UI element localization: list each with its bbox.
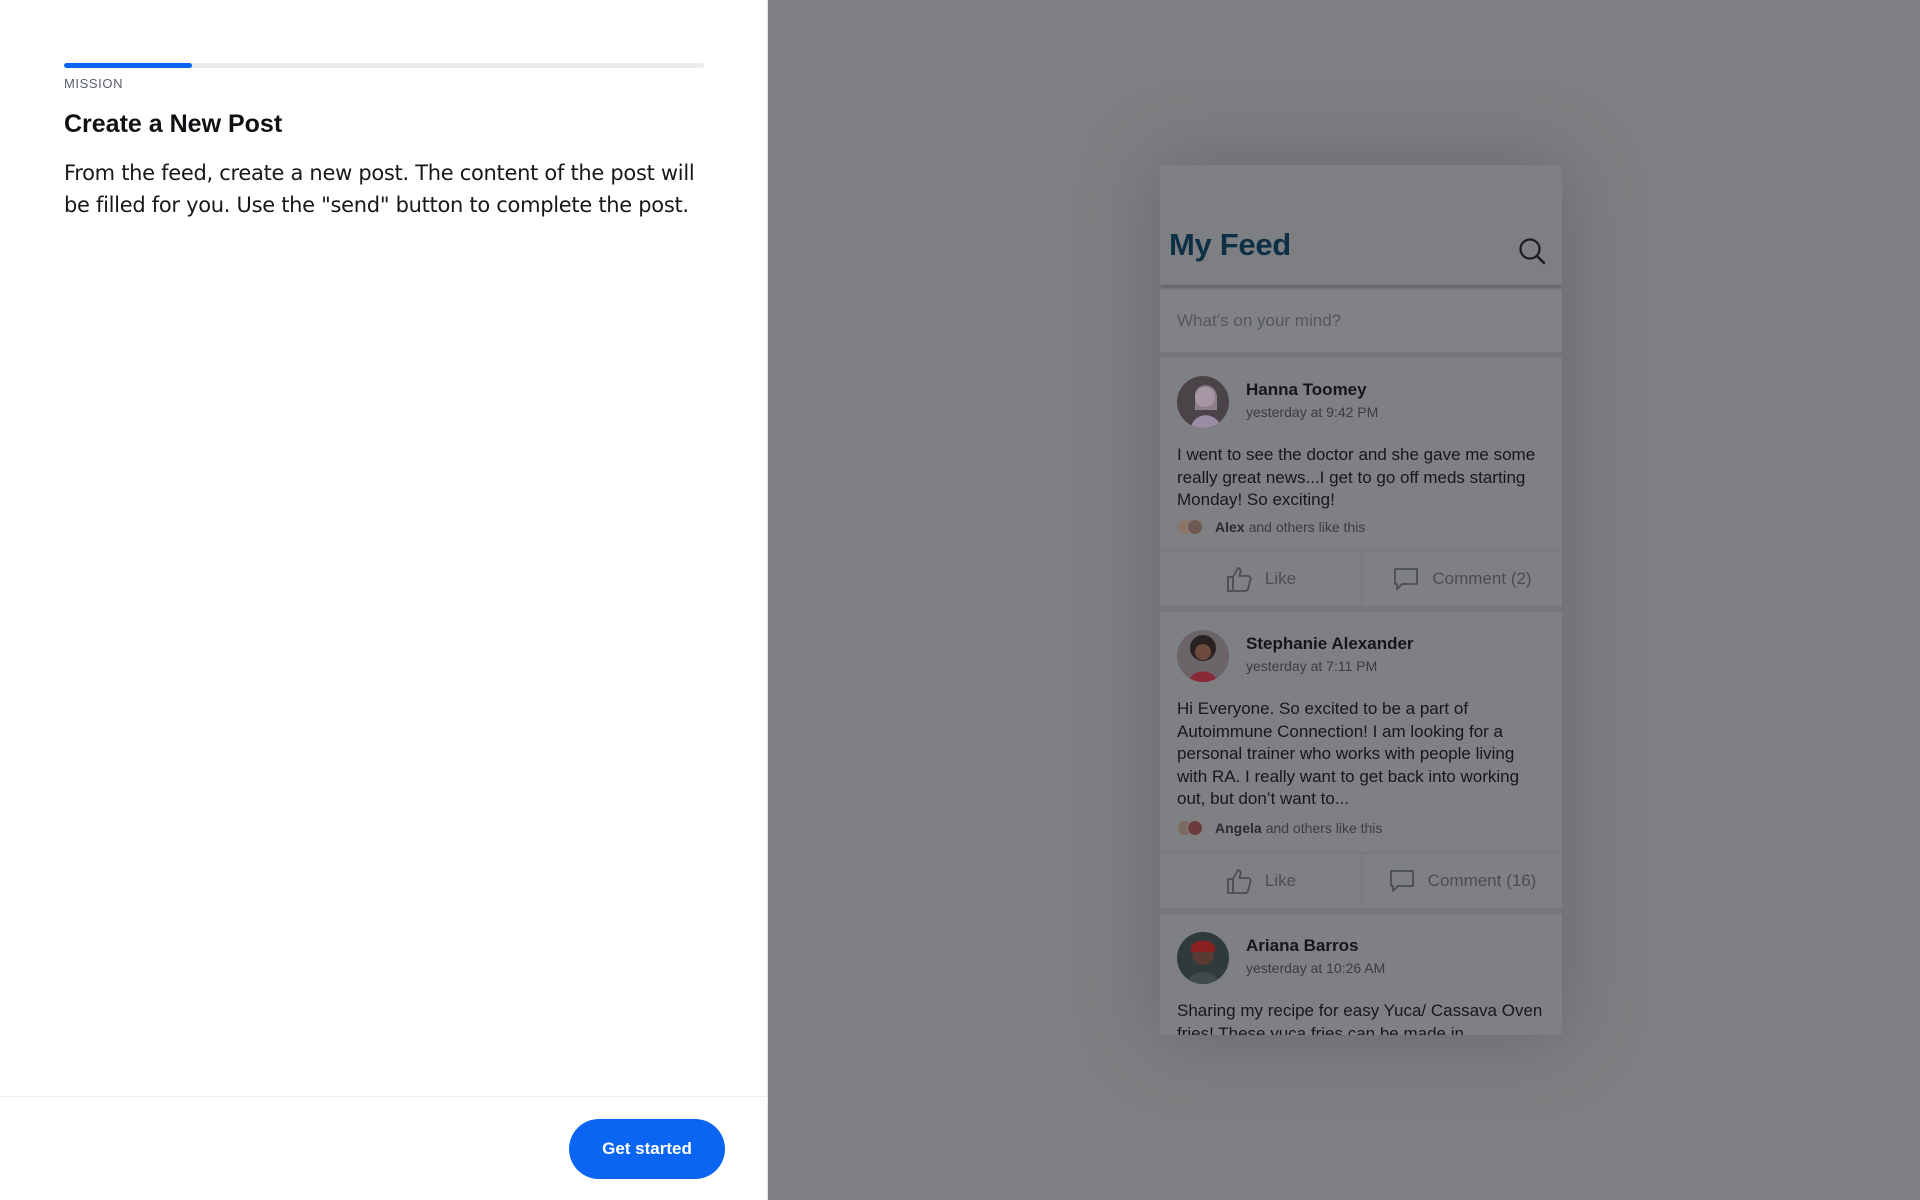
likes-suffix: and others like this (1265, 820, 1383, 836)
post-actions: Like Comment (2) (1160, 550, 1562, 607)
mission-progress-fill (64, 63, 192, 68)
comment-label: Comment (16) (1427, 871, 1537, 890)
mission-panel: MISSION Create a New Post From the feed,… (0, 0, 768, 1200)
post-author[interactable]: Ariana Barros (1246, 936, 1358, 956)
phone-screen: My Feed Hanna Toomey yesterday at 9:42 P (1160, 165, 1562, 1035)
mission-footer: Get started (0, 1096, 768, 1200)
post-timestamp: yesterday at 10:26 AM (1246, 960, 1386, 976)
liker-avatars (1177, 820, 1207, 836)
post-composer[interactable] (1160, 290, 1562, 352)
avatar[interactable] (1177, 932, 1229, 984)
feed-post: Hanna Toomey yesterday at 9:42 PM I went… (1160, 358, 1562, 607)
likes-summary[interactable]: Angela and others like this (1177, 817, 1382, 839)
feed-header: My Feed (1160, 165, 1562, 285)
feed-post: Stephanie Alexander yesterday at 7:11 PM… (1160, 612, 1562, 909)
post-timestamp: yesterday at 9:42 PM (1246, 404, 1379, 420)
page-title: My Feed (1169, 227, 1291, 262)
post-actions: Like Comment (16) (1160, 852, 1562, 909)
search-icon[interactable] (1517, 236, 1547, 266)
likes-suffix: and others like this (1248, 519, 1366, 535)
like-button[interactable]: Like (1160, 551, 1361, 607)
avatar[interactable] (1177, 630, 1229, 682)
avatar[interactable] (1177, 376, 1229, 428)
thumbs-up-icon (1227, 869, 1252, 894)
comment-button[interactable]: Comment (2) (1361, 551, 1562, 607)
app-preview-overlay: My Feed Hanna Toomey yesterday at 9:42 P (769, 0, 1920, 1200)
post-timestamp: yesterday at 7:11 PM (1246, 658, 1378, 674)
liker-name: Alex (1215, 519, 1245, 535)
post-body[interactable]: Hi Everyone. So excited to be a part of … (1177, 698, 1549, 811)
likes-summary[interactable]: Alex and others like this (1177, 516, 1365, 538)
post-body[interactable]: I went to see the doctor and she gave me… (1177, 444, 1549, 512)
mission-title: Create a New Post (64, 110, 283, 138)
thumbs-up-icon (1227, 567, 1252, 592)
like-button[interactable]: Like (1160, 853, 1361, 909)
liker-avatars (1177, 519, 1207, 535)
mission-label: MISSION (64, 76, 124, 91)
comment-icon (1389, 870, 1414, 892)
post-author[interactable]: Stephanie Alexander (1246, 634, 1414, 654)
comment-button[interactable]: Comment (16) (1361, 853, 1562, 909)
mission-progress-bar (64, 63, 704, 68)
post-author[interactable]: Hanna Toomey (1246, 380, 1367, 400)
mission-description: From the feed, create a new post. The co… (64, 161, 695, 217)
like-label: Like (1264, 871, 1297, 890)
comment-label: Comment (2) (1432, 569, 1532, 588)
comment-icon (1394, 568, 1419, 590)
feed-post: Ariana Barros yesterday at 10:26 AM Shar… (1160, 914, 1562, 1035)
composer-input[interactable] (1177, 306, 1547, 336)
get-started-button[interactable]: Get started (569, 1119, 725, 1179)
post-body[interactable]: Sharing my recipe for easy Yuca/ Cassava… (1177, 1000, 1549, 1035)
like-label: Like (1264, 569, 1297, 588)
liker-name: Angela (1215, 820, 1262, 836)
